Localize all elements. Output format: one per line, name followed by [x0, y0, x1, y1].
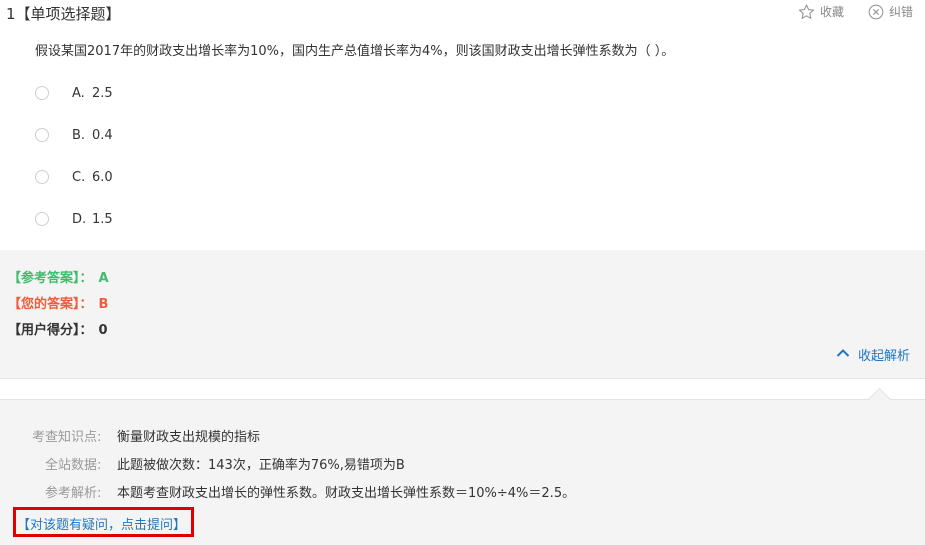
star-outline-icon	[798, 3, 815, 20]
reference-answer: 【参考答案】： A	[8, 267, 109, 286]
option-text: 1.5	[92, 211, 113, 227]
question-type: 【单项选择题】	[15, 5, 121, 23]
user-score-label: 【用户得分】：	[8, 323, 93, 338]
report-error-label: 纠错	[889, 5, 914, 19]
knowledge-point-label: 考查知识点:	[32, 430, 102, 445]
option-letter: B.	[72, 127, 86, 143]
question-stem: 假设某国2017年的财政支出增长率为10%，国内生产总值增长率为4%，则该国财政…	[35, 44, 675, 59]
option-d-radio[interactable]	[35, 212, 49, 226]
option-letter: C.	[72, 169, 86, 185]
question-header: 1【单项选择题】 收藏 纠错	[0, 0, 925, 24]
option-a[interactable]: A. 2.5	[35, 83, 113, 103]
option-letter: D.	[72, 211, 87, 227]
your-answer-label: 【您的答案】：	[8, 297, 93, 312]
divider	[0, 378, 925, 379]
option-text: 6.0	[92, 169, 113, 185]
answer-panel: 【参考答案】： A 【您的答案】： B 【用户得分】： 0 收起解析	[0, 250, 925, 378]
collapse-analysis-label: 收起解析	[858, 349, 911, 364]
question-page: 1【单项选择题】 收藏 纠错 假设某国2017年的财政支出增长率为10%，国内生…	[0, 0, 925, 545]
user-score: 【用户得分】： 0	[8, 319, 108, 338]
site-stats-value: 此题被做次数：143次，正确率为76%,易错项为B	[117, 458, 405, 473]
option-a-radio[interactable]	[35, 86, 49, 100]
question-title: 1【单项选择题】	[6, 3, 121, 24]
option-letter: A.	[72, 85, 85, 101]
option-c-radio[interactable]	[35, 170, 49, 184]
circle-x-icon	[868, 4, 884, 20]
knowledge-point-value: 衡量财政支出规模的指标	[117, 430, 261, 445]
favorite-button[interactable]: 收藏	[798, 3, 844, 20]
ask-question-link[interactable]: 【对该题有疑问，点击提问】	[17, 514, 186, 533]
option-text: 2.5	[92, 85, 113, 101]
chevron-up-icon	[836, 347, 850, 362]
reference-answer-value: A	[98, 271, 109, 286]
your-answer: 【您的答案】： B	[8, 293, 108, 312]
your-answer-value: B	[98, 297, 109, 312]
option-b[interactable]: B. 0.4	[35, 125, 113, 145]
favorite-label: 收藏	[820, 5, 845, 19]
option-d[interactable]: D. 1.5	[35, 209, 113, 229]
reference-answer-label: 【参考答案】：	[8, 271, 93, 286]
collapse-analysis-button[interactable]: 收起解析	[836, 345, 910, 364]
user-score-value: 0	[98, 323, 108, 338]
report-error-button[interactable]: 纠错	[868, 3, 913, 20]
option-c[interactable]: C. 6.0	[35, 167, 113, 187]
site-stats-label: 全站数据:	[45, 458, 102, 473]
explanation-label: 参考解析:	[45, 486, 102, 501]
question-number: 1	[6, 5, 16, 23]
option-text: 0.4	[92, 127, 113, 143]
explanation-value: 本题考查财政支出增长的弹性系数。财政支出增长弹性系数＝10%÷4%＝2.5。	[117, 486, 576, 501]
option-b-radio[interactable]	[35, 128, 49, 142]
